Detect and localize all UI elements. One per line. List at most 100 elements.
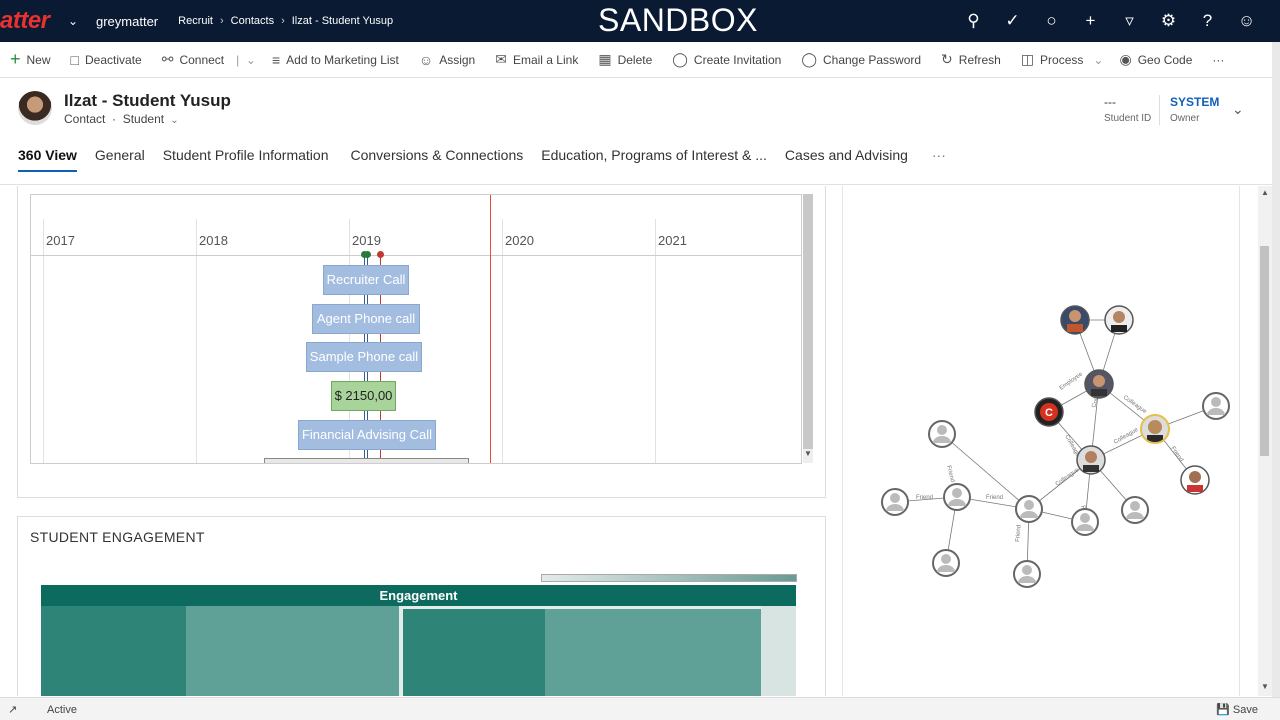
tab-cases-advising[interactable]: Cases and Advising [785,147,908,172]
network-node-photo[interactable] [1084,369,1114,399]
network-node-generic[interactable] [1121,496,1149,524]
tab-student-profile[interactable]: Student Profile Information [163,147,329,172]
avatar[interactable] [18,91,52,125]
entity-name: Contact [64,112,106,126]
add-to-marketing-list-button[interactable]: ≡ Add to Marketing List [272,52,399,68]
network-node-generic[interactable] [1015,495,1043,523]
help-icon[interactable]: ? [1188,11,1227,31]
network-node-generic[interactable] [932,549,960,577]
new-button[interactable]: + New [10,49,51,70]
connect-button[interactable]: ⚯ Connect [162,51,224,68]
network-node-generic[interactable] [1202,392,1230,420]
invitation-icon: ◯ [672,51,688,67]
page-scrollbar-thumb[interactable] [1260,246,1269,456]
connect-label: Connect [179,52,225,67]
refresh-button[interactable]: ↻ Refresh [941,51,1001,68]
plus-icon: + [10,49,21,69]
timeline-scrollbar[interactable] [803,194,813,449]
new-label: New [26,52,51,67]
assign-button[interactable]: ☺ Assign [419,52,475,68]
engagement-cell[interactable] [545,606,761,696]
geo-code-button[interactable]: ◉ Geo Code [1119,51,1192,68]
more-commands-icon[interactable]: ··· [1212,53,1224,67]
search-icon[interactable]: ⚲ [954,11,993,31]
task-icon[interactable]: ✓ [993,11,1032,31]
timeline-event[interactable]: Financial Advising Call [298,420,436,450]
chevron-down-icon[interactable]: ⌄ [167,115,178,126]
email-a-link-button[interactable]: ✉ Email a Link [495,51,578,68]
scroll-up-icon[interactable]: ▲ [1261,188,1269,197]
window-scrollbar[interactable] [1272,42,1280,697]
owner-value[interactable]: SYSTEM [1170,95,1219,109]
brand-logo[interactable]: atter [0,7,60,35]
edge-label: Friend [916,495,933,501]
timeline-chart[interactable]: 2017 2018 2019 2020 2021 Recruiter Call … [30,194,802,464]
relationship-network-graph[interactable]: Friend Friend Friend Friend Colleague Co… [843,186,1241,696]
more-tabs-icon[interactable]: ··· [932,147,946,172]
record-title: Ilzat - Student Yusup [64,91,231,110]
network-node-photo[interactable] [1104,305,1134,335]
chevron-right-icon: › [281,15,285,27]
network-nodes: C [881,305,1230,588]
open-in-window-icon[interactable]: ↗ [8,703,17,716]
network-node-photo[interactable] [1140,414,1170,444]
page-scrollbar[interactable]: ▲ ▼ [1258,186,1272,696]
lightbulb-icon[interactable]: ○ [1032,11,1071,31]
tab-bar: 360 View General Student Profile Informa… [18,147,964,172]
network-node-generic[interactable] [881,488,909,516]
timeline-event[interactable] [264,458,469,463]
network-node-generic[interactable] [928,420,956,448]
engagement-range-slider[interactable] [541,574,797,582]
expand-header-chevron-icon[interactable]: ⌄ [1232,101,1244,118]
app-name[interactable]: greymatter [96,14,158,29]
network-node-generic[interactable] [1071,508,1099,536]
timeline-scroll-down-icon[interactable]: ▼ [803,449,813,463]
network-node-generic[interactable] [943,483,971,511]
engagement-cell[interactable] [403,606,545,696]
engagement-cell[interactable] [41,606,186,696]
delete-button[interactable]: ▦ Delete [598,51,652,68]
breadcrumb-contacts[interactable]: Contacts [231,15,274,27]
network-node-photo[interactable] [1076,445,1106,475]
process-button[interactable]: ◫ Process [1021,51,1084,68]
breadcrumb-recruit[interactable]: Recruit [178,15,213,27]
user-icon[interactable]: ☺ [1227,11,1266,31]
network-node-generic[interactable] [1013,560,1041,588]
engagement-cell[interactable] [761,606,796,696]
record-subtitle: Contact · Student ⌄ [64,112,179,126]
deactivate-button[interactable]: □ Deactivate [71,52,142,68]
student-id-value: --- [1104,95,1116,109]
deactivate-icon: □ [70,51,79,68]
engagement-cell[interactable] [186,606,399,696]
engagement-header: Engagement [41,585,796,606]
tab-360-view[interactable]: 360 View [18,147,77,172]
connect-dropdown-chevron-icon[interactable]: | ⌄ [236,53,256,67]
tab-education-programs[interactable]: Education, Programs of Interest & ... [541,147,767,172]
network-node-photo[interactable] [1060,305,1090,335]
process-dropdown-chevron-icon[interactable]: ⌄ [1093,53,1103,67]
relationship-network-panel: Friend Friend Friend Friend Colleague Co… [842,186,1240,696]
plus-icon[interactable]: + [1071,11,1110,31]
command-bar: + New □ Deactivate ⚯ Connect | ⌄ ≡ Add to Ma… [0,42,1272,78]
scroll-down-icon[interactable]: ▼ [1261,682,1269,691]
change-password-button[interactable]: ◯ Change Password [801,51,921,68]
tab-general[interactable]: General [95,147,145,172]
settings-icon[interactable]: ⚙ [1149,11,1188,31]
header-divider [1159,95,1160,125]
top-nav-bar: atter ⌄ greymatter Recruit › Contacts › … [0,0,1280,42]
timeline-event[interactable]: Agent Phone call [312,304,420,334]
save-button[interactable]: 💾 Save [1216,703,1258,716]
network-node-logo[interactable]: C [1034,397,1064,427]
timeline-event-amount[interactable]: $ 2150,00 [331,381,396,411]
tab-conversions-connections[interactable]: Conversions & Connections [350,147,523,172]
filter-icon[interactable]: ▿ [1110,11,1149,31]
app-switcher-chevron-icon[interactable]: ⌄ [60,14,86,28]
timeline-year: 2021 [658,233,687,248]
refresh-icon: ↻ [941,51,953,67]
timeline-event[interactable]: Sample Phone call [306,342,422,372]
create-invitation-button[interactable]: ◯ Create Invitation [672,51,781,68]
form-selector[interactable]: Student [123,112,164,126]
network-node-photo[interactable] [1180,465,1210,495]
timeline-event[interactable]: Recruiter Call [323,265,409,295]
status-bar: ↗ Active 💾 Save [0,697,1280,720]
